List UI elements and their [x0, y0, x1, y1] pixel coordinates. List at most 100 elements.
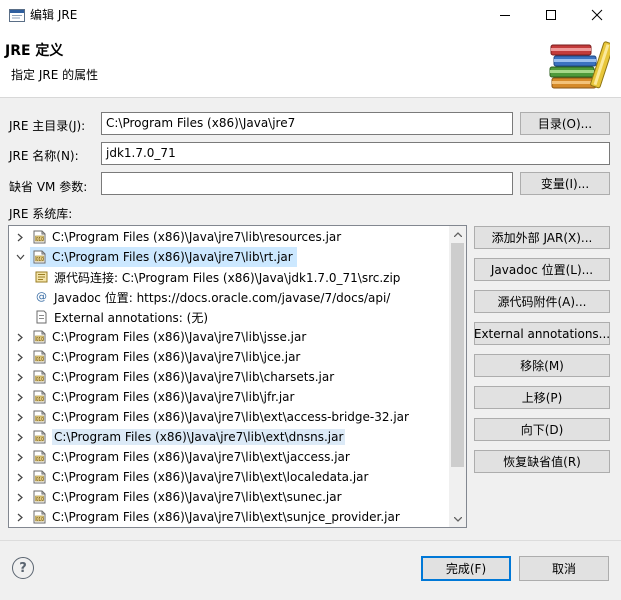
tree-row[interactable]: 010 C:\Program Files (x86)\Java\jre7\lib\…: [9, 227, 449, 247]
svg-text:010: 010: [36, 376, 44, 381]
chevron-right-icon[interactable]: [15, 232, 25, 242]
svg-text:010: 010: [36, 516, 44, 521]
jre-name-label: JRE 名称(N):: [9, 149, 79, 163]
tree-row-label: C:\Program Files (x86)\Java\jre7\lib\jss…: [52, 330, 307, 344]
chevron-right-icon[interactable]: [15, 372, 25, 382]
tree-row[interactable]: @ Javadoc 位置: https://docs.oracle.com/jav…: [9, 287, 449, 307]
tree-row[interactable]: 010 C:\Program Files (x86)\Java\jre7\lib\…: [9, 327, 449, 347]
jar-file-icon: 010: [33, 370, 46, 384]
scroll-up-icon[interactable]: [452, 229, 463, 240]
jar-file-icon: 010: [33, 510, 46, 524]
tree-row[interactable]: 010 C:\Program Files (x86)\Java\jre7\lib\…: [9, 407, 449, 427]
svg-text:010: 010: [36, 496, 44, 501]
move-up-button[interactable]: 上移(P): [474, 386, 610, 409]
tree-row[interactable]: 源代码连接: C:\Program Files (x86)\Java\jdk1.…: [9, 267, 449, 287]
system-libraries-label: JRE 系统库:: [9, 207, 73, 221]
jar-file-icon: 010: [33, 350, 46, 364]
external-annotations-button[interactable]: External annotations...: [474, 322, 610, 345]
svg-text:010: 010: [36, 436, 44, 441]
svg-text:010: 010: [36, 396, 44, 401]
svg-text:010: 010: [36, 356, 44, 361]
jar-file-icon: 010: [33, 250, 46, 264]
tree-row-label: C:\Program Files (x86)\Java\jre7\lib\jce…: [52, 350, 301, 364]
tree-row-label: C:\Program Files (x86)\Java\jre7\lib\res…: [52, 230, 342, 244]
close-button[interactable]: [574, 0, 620, 30]
scroll-down-icon[interactable]: [452, 514, 463, 525]
tree-row-label: C:\Program Files (x86)\Java\jre7\lib\ext…: [52, 450, 350, 464]
jar-file-icon: 010: [33, 230, 46, 244]
minimize-button[interactable]: [482, 0, 528, 30]
vm-args-label: 缺省 VM 参数:: [9, 180, 88, 194]
chevron-right-icon[interactable]: [15, 412, 25, 422]
add-external-jar-button[interactable]: 添加外部 JAR(X)...: [474, 226, 610, 249]
finish-button[interactable]: 完成(F): [421, 556, 511, 581]
tree-row[interactable]: 010 C:\Program Files (x86)\Java\jre7\lib\…: [9, 467, 449, 487]
tree-row-label: C:\Program Files (x86)\Java\jre7\lib\ext…: [52, 410, 409, 424]
tree-row[interactable]: 010 C:\Program Files (x86)\Java\jre7\lib\…: [9, 487, 449, 507]
chevron-right-icon[interactable]: [15, 512, 25, 522]
tree-row[interactable]: External annotations: (无): [9, 307, 449, 327]
tree-row-label: Javadoc 位置: https://docs.oracle.com/java…: [54, 290, 391, 305]
scroll-thumb[interactable]: [451, 243, 464, 467]
chevron-right-icon[interactable]: [15, 392, 25, 402]
app-icon: [9, 8, 25, 22]
tree-row[interactable]: 010 C:\Program Files (x86)\Java\jre7\lib\…: [9, 367, 449, 387]
jar-file-icon: 010: [33, 490, 46, 504]
jre-home-field[interactable]: C:\Program Files (x86)\Java\jre7: [101, 112, 513, 135]
jre-name-field[interactable]: jdk1.7.0_71: [101, 142, 610, 165]
jar-file-icon: 010: [33, 410, 46, 424]
footer-separator: [0, 540, 621, 541]
close-icon: [591, 9, 603, 21]
chevron-right-icon[interactable]: [15, 352, 25, 362]
jar-file-icon: 010: [33, 430, 46, 444]
tree-row[interactable]: 010 C:\Program Files (x86)\Java\jre7\lib\…: [9, 347, 449, 367]
books-icon: [546, 38, 614, 92]
chevron-right-icon[interactable]: [15, 332, 25, 342]
chevron-right-icon[interactable]: [15, 452, 25, 462]
jar-file-icon: 010: [33, 470, 46, 484]
chevron-right-icon[interactable]: [15, 472, 25, 482]
svg-text:010: 010: [36, 256, 44, 261]
annotation-icon: [35, 310, 48, 324]
selected-row-highlight: 010 C:\Program Files (x86)\Java\jre7\lib\…: [30, 247, 297, 267]
tree-row-label: C:\Program Files (x86)\Java\jre7\lib\ext…: [52, 490, 342, 504]
tree-row-label: C:\Program Files (x86)\Java\jre7\lib\cha…: [52, 370, 335, 384]
library-tree[interactable]: 010 C:\Program Files (x86)\Java\jre7\lib\…: [8, 225, 467, 528]
chevron-right-icon[interactable]: [15, 432, 25, 442]
restore-default-button[interactable]: 恢复缺省值(R): [474, 450, 610, 473]
chevron-down-icon[interactable]: [15, 252, 25, 262]
tree-row-label: C:\Program Files (x86)\Java\jre7\lib\ext…: [52, 470, 369, 484]
svg-text:010: 010: [36, 416, 44, 421]
maximize-icon: [546, 10, 556, 20]
javadoc-icon: @: [36, 290, 47, 303]
tree-row-label: External annotations: (无): [54, 310, 209, 325]
maximize-button[interactable]: [528, 0, 574, 30]
tree-row-label: C:\Program Files (x86)\Java\jre7\lib\ext…: [52, 429, 346, 445]
tree-row[interactable]: 010 C:\Program Files (x86)\Java\jre7\lib\…: [9, 387, 449, 407]
source-attachment-button[interactable]: 源代码附件(A)...: [474, 290, 610, 313]
source-attachment-icon: [35, 270, 48, 284]
move-down-button[interactable]: 向下(D): [474, 418, 610, 441]
jre-home-label: JRE 主目录(J):: [9, 119, 86, 133]
tree-row[interactable]: 010 C:\Program Files (x86)\Java\jre7\lib\…: [9, 447, 449, 467]
vm-args-field[interactable]: [101, 172, 513, 195]
minimize-icon: [500, 15, 510, 16]
svg-text:010: 010: [36, 336, 44, 341]
jar-file-icon: 010: [33, 390, 46, 404]
page-subtitle: 指定 JRE 的属性: [11, 68, 99, 82]
jar-file-icon: 010: [33, 450, 46, 464]
variables-button[interactable]: 变量(I)...: [520, 172, 610, 195]
header-banner: [0, 30, 621, 98]
page-title: JRE 定义: [5, 43, 64, 59]
cancel-button[interactable]: 取消: [519, 556, 609, 581]
tree-row-label: C:\Program Files (x86)\Java\jre7\lib\jfr…: [52, 390, 295, 404]
help-icon[interactable]: ?: [12, 557, 34, 579]
javadoc-location-button[interactable]: Javadoc 位置(L)...: [474, 258, 610, 281]
tree-row[interactable]: 010 C:\Program Files (x86)\Java\jre7\lib\…: [9, 247, 449, 267]
tree-row[interactable]: 010 C:\Program Files (x86)\Java\jre7\lib\…: [9, 507, 449, 527]
directory-button[interactable]: 目录(O)...: [520, 112, 610, 135]
chevron-right-icon[interactable]: [15, 492, 25, 502]
tree-row-label: 源代码连接: C:\Program Files (x86)\Java\jdk1.…: [54, 270, 401, 285]
remove-button[interactable]: 移除(M): [474, 354, 610, 377]
tree-row[interactable]: 010 C:\Program Files (x86)\Java\jre7\lib\…: [9, 427, 449, 447]
